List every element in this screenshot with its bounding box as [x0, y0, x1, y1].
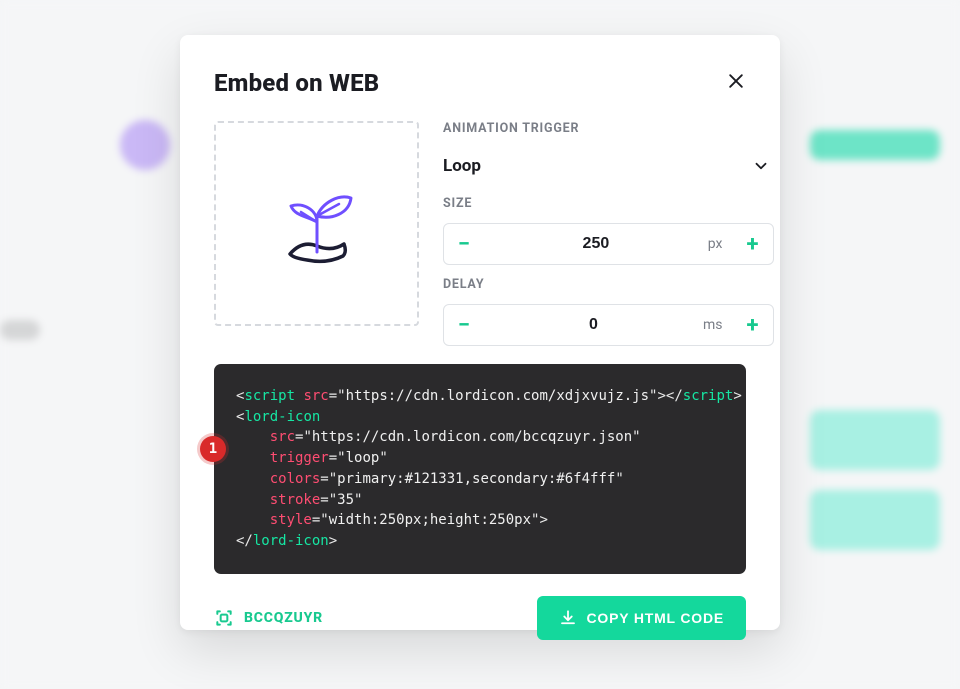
download-icon	[559, 609, 577, 627]
delay-unit: ms	[703, 317, 733, 333]
code-snippet[interactable]: 1 <script src="https://cdn.lordicon.com/…	[214, 364, 746, 574]
copy-html-button[interactable]: COPY HTML CODE	[537, 596, 746, 640]
scan-icon	[214, 608, 234, 628]
sprout-icon	[257, 164, 377, 284]
size-unit: px	[708, 236, 733, 252]
icon-id-chip[interactable]: BCCQZUYR	[214, 608, 323, 628]
size-decrement[interactable]: −	[444, 224, 484, 264]
size-input[interactable]	[484, 235, 708, 253]
size-label: SIZE	[443, 196, 774, 211]
chevron-down-icon	[752, 157, 770, 175]
trigger-label: ANIMATION TRIGGER	[443, 121, 774, 136]
delay-stepper: − ms +	[443, 304, 774, 346]
trigger-value: Loop	[443, 156, 481, 176]
embed-modal: Embed on WEB ANIMATION TRIGGER Loop	[180, 35, 780, 630]
trigger-dropdown[interactable]: Loop	[443, 148, 774, 184]
size-stepper: − px +	[443, 223, 774, 265]
icon-preview	[214, 121, 419, 326]
modal-header: Embed on WEB	[214, 69, 746, 97]
delay-decrement[interactable]: −	[444, 305, 484, 345]
size-increment[interactable]: +	[733, 224, 773, 264]
delay-increment[interactable]: +	[733, 305, 773, 345]
close-icon	[726, 71, 746, 91]
modal-title: Embed on WEB	[214, 69, 379, 97]
delay-input[interactable]	[484, 316, 703, 334]
close-button[interactable]	[726, 71, 746, 95]
copy-button-label: COPY HTML CODE	[587, 610, 724, 626]
step-badge-1: 1	[200, 436, 226, 462]
icon-id-text: BCCQZUYR	[244, 610, 323, 626]
delay-label: DELAY	[443, 277, 774, 292]
